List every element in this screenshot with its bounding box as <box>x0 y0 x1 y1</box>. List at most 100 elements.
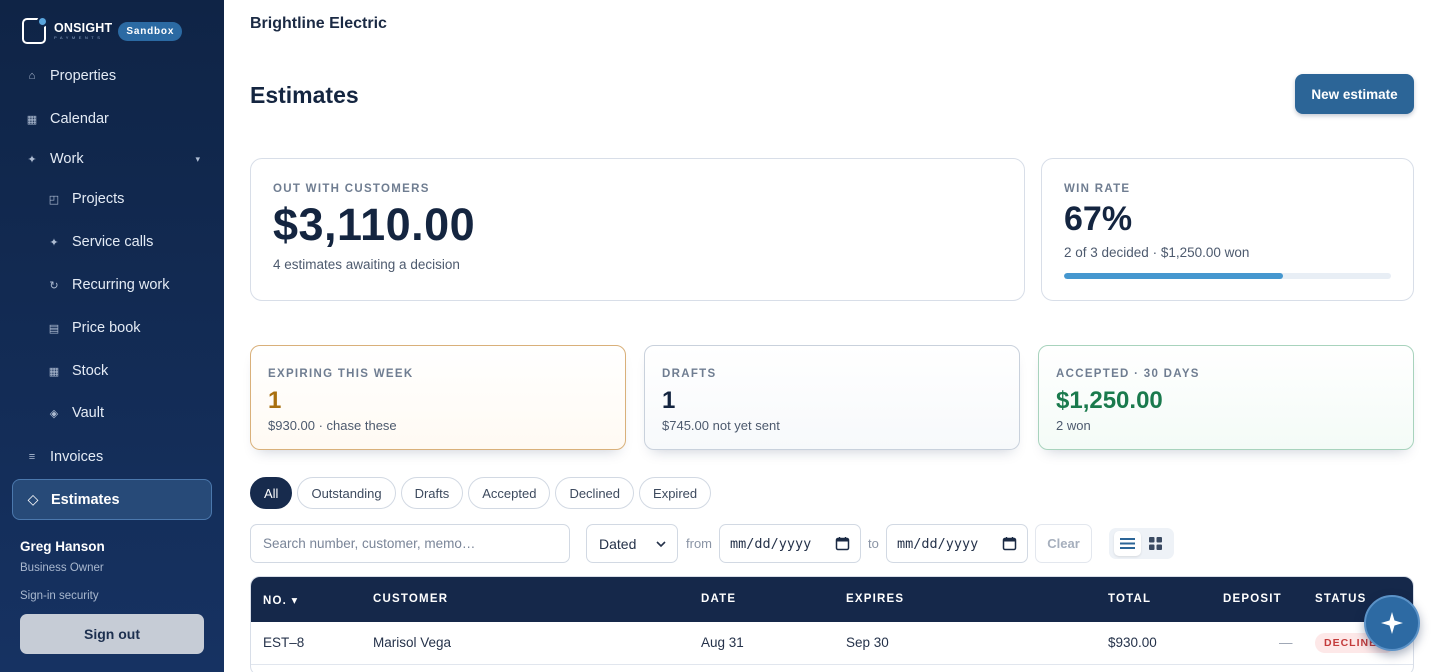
out-amount: $3,110.00 <box>273 199 476 250</box>
win-rate-card: WIN RATE 67% 2 of 3 decided · $1,250.00 … <box>1041 158 1414 301</box>
sidebar-item-price-book[interactable]: ▤ Price book <box>12 308 212 348</box>
tab-expired[interactable]: Expired <box>639 477 712 509</box>
sidebar-item-properties[interactable]: ⌂ Properties <box>12 56 212 96</box>
grid-icon <box>1149 537 1163 550</box>
sidebar: ONSIGHT PAYMENTS Sandbox ⌂ Properties ▦ … <box>0 0 224 672</box>
company-name: Brightline Electric <box>250 15 387 32</box>
card-sub: 2 won <box>1056 418 1091 433</box>
sidebar-item-estimates[interactable]: ◇ Estimates <box>12 479 212 520</box>
accepted-value: $1,250.00 <box>1056 387 1163 414</box>
sparkle-icon: ✦ <box>27 153 37 166</box>
column-header-status[interactable]: STATUS <box>1315 593 1367 605</box>
win-rate-progress <box>1064 273 1391 279</box>
sidebar-item-calendar[interactable]: ▦ Calendar <box>12 99 212 139</box>
sidebar-item-label: Projects <box>72 191 125 207</box>
card-label: WIN RATE <box>1064 183 1131 195</box>
tab-drafts[interactable]: Drafts <box>400 477 464 509</box>
estimate-number: EST–8 <box>263 635 305 650</box>
card-sub: $930.00 · chase these <box>268 418 397 433</box>
tab-accepted[interactable]: Accepted <box>468 477 551 509</box>
to-date-placeholder: mm/dd/yyyy <box>897 535 979 552</box>
tab-outstanding[interactable]: Outstanding <box>297 477 396 509</box>
to-date-input[interactable]: mm/dd/yyyy <box>886 524 1028 563</box>
page-title: Estimates <box>250 82 359 108</box>
tab-declined[interactable]: Declined <box>555 477 635 509</box>
from-label: from <box>686 536 712 551</box>
chevron-down-icon <box>656 541 666 548</box>
card-sub: 4 estimates awaiting a decision <box>273 257 460 272</box>
sidebar-item-label: Work <box>50 151 84 167</box>
chevron-down-icon: ▾ <box>195 153 200 164</box>
card-sub: $745.00 not yet sent <box>662 418 780 433</box>
sidebar-item-invoices[interactable]: ≡ Invoices <box>12 437 212 477</box>
user-name: Greg Hanson <box>20 539 105 554</box>
column-header-date[interactable]: DATE <box>701 593 736 605</box>
grid-view-button[interactable] <box>1142 531 1169 556</box>
sidebar-item-projects[interactable]: ◰ Projects <box>12 179 212 219</box>
column-header-expires[interactable]: EXPIRES <box>846 593 904 605</box>
card-label: OUT WITH CUSTOMERS <box>273 183 430 195</box>
table-header: NO. ▾ CUSTOMER DATE EXPIRES TOTAL DEPOSI… <box>251 577 1413 622</box>
sign-in-security-link[interactable]: Sign-in security <box>20 590 99 602</box>
date-field-value: Dated <box>599 535 637 552</box>
brand-sub: PAYMENTS <box>54 35 104 41</box>
list-view-button[interactable] <box>1113 531 1141 556</box>
box-icon: ▦ <box>48 365 60 378</box>
home-icon: ⌂ <box>28 70 36 82</box>
card-label: DRAFTS <box>662 368 717 380</box>
drafts-value: 1 <box>662 387 676 414</box>
clear-filters-button[interactable]: Clear <box>1035 524 1092 563</box>
tab-all[interactable]: All <box>250 477 293 509</box>
estimate-total: $930.00 <box>1108 635 1157 650</box>
estimates-table: NO. ▾ CUSTOMER DATE EXPIRES TOTAL DEPOSI… <box>250 576 1414 672</box>
search-input[interactable] <box>250 524 570 563</box>
sidebar-item-label: Invoices <box>50 449 104 465</box>
expiring-value: 1 <box>268 387 282 414</box>
estimate-date: Aug 31 <box>701 635 744 650</box>
drafts-card[interactable]: DRAFTS 1 $745.00 not yet sent <box>644 345 1020 450</box>
list-icon <box>1119 538 1135 549</box>
column-header-total[interactable]: TOTAL <box>1108 593 1151 605</box>
calendar-icon[interactable] <box>1002 536 1017 551</box>
sidebar-item-label: Properties <box>50 68 117 84</box>
brand-name: ONSIGHT <box>54 20 113 35</box>
to-label: to <box>868 536 879 551</box>
main-content: Brightline Electric Estimates New estima… <box>224 0 1440 672</box>
brand[interactable]: ONSIGHT PAYMENTS Sandbox <box>22 16 183 44</box>
projects-icon: ◰ <box>48 193 60 206</box>
expiring-this-week-card[interactable]: EXPIRING THIS WEEK 1 $930.00 · chase the… <box>250 345 626 450</box>
win-rate-value: 67% <box>1064 200 1133 238</box>
sidebar-item-label: Recurring work <box>72 277 170 293</box>
column-header-customer[interactable]: CUSTOMER <box>373 593 448 605</box>
win-rate-progress-fill <box>1064 273 1284 279</box>
table-row[interactable]: EST–8 Marisol Vega Aug 31 Sep 30 $930.00… <box>251 622 1413 665</box>
sign-out-button[interactable]: Sign out <box>20 614 204 654</box>
sidebar-item-service-calls[interactable]: ✦ Service calls <box>12 222 212 262</box>
sidebar-item-vault[interactable]: ◈ Vault <box>12 393 212 433</box>
sparkle-icon: ✦ <box>49 236 59 249</box>
sidebar-item-recurring-work[interactable]: ↻ Recurring work <box>12 265 212 305</box>
calendar-icon[interactable] <box>835 536 850 551</box>
new-estimate-button[interactable]: New estimate <box>1295 74 1414 114</box>
column-header-deposit[interactable]: DEPOSIT <box>1223 593 1282 605</box>
card-label: ACCEPTED · 30 DAYS <box>1056 368 1200 380</box>
sidebar-item-label: Calendar <box>50 111 109 127</box>
from-date-input[interactable]: mm/dd/yyyy <box>719 524 861 563</box>
sidebar-item-label: Stock <box>72 363 109 379</box>
brand-text: ONSIGHT PAYMENTS <box>54 22 112 41</box>
card-sub: 2 of 3 decided · $1,250.00 won <box>1064 245 1250 260</box>
column-header-no[interactable]: NO. ▾ <box>263 593 298 607</box>
list-icon: ≡ <box>28 451 36 463</box>
view-toggle <box>1109 528 1174 559</box>
sidebar-item-work[interactable]: ✦ Work ▾ <box>12 139 212 179</box>
date-field-select[interactable]: Dated <box>586 524 678 563</box>
assistant-fab-button[interactable] <box>1364 595 1420 651</box>
calendar-icon: ▦ <box>26 113 38 126</box>
diamond-icon: ◇ <box>27 491 39 507</box>
status-filter-tabs: All Outstanding Drafts Accepted Declined… <box>250 477 712 509</box>
accepted-card[interactable]: ACCEPTED · 30 DAYS $1,250.00 2 won <box>1038 345 1414 450</box>
sidebar-item-stock[interactable]: ▦ Stock <box>12 351 212 391</box>
estimate-deposit: — <box>1279 635 1293 650</box>
customer-name: Marisol Vega <box>373 635 452 650</box>
sandbox-badge: Sandbox <box>118 21 183 41</box>
